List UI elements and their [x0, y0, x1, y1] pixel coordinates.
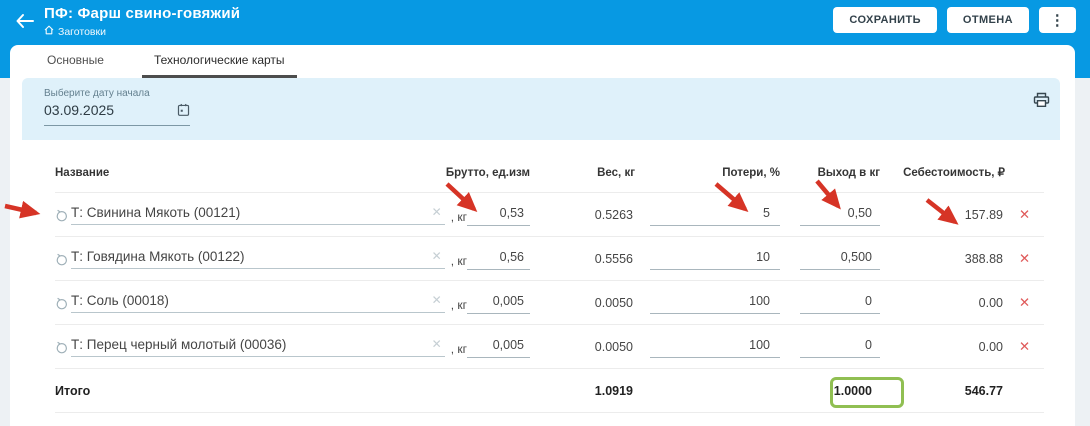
- delete-row-icon[interactable]: ✕: [1019, 339, 1030, 355]
- table-header-row: Название Брутто, ед.изм Вес, кг Потери, …: [55, 140, 1044, 193]
- ingredient-row: ✕ , кг 0.5263 157.89 ✕: [55, 193, 1044, 237]
- breadcrumb-label: Заготовки: [58, 25, 106, 38]
- tab-main[interactable]: Основные: [35, 45, 116, 78]
- delete-row-icon[interactable]: ✕: [1019, 207, 1030, 223]
- weight-value: 0.0050: [594, 339, 633, 354]
- unit-label: , кг: [450, 209, 467, 224]
- delete-row-icon[interactable]: ✕: [1019, 251, 1030, 267]
- start-date-input[interactable]: [44, 102, 159, 118]
- ingredient-name-input[interactable]: [71, 336, 429, 352]
- ingredients-card: Название Брутто, ед.изм Вес, кг Потери, …: [22, 140, 1060, 426]
- loss-input[interactable]: [650, 336, 780, 358]
- cost-value: 157.89: [964, 207, 1003, 222]
- gross-input[interactable]: [467, 204, 530, 226]
- timer-icon: [55, 296, 71, 310]
- output-input[interactable]: [800, 248, 880, 270]
- timer-icon: [55, 252, 71, 266]
- cost-value: 0.00: [978, 339, 1003, 354]
- content-sheet: Основные Технологические карты Выберите …: [10, 45, 1075, 426]
- gross-input[interactable]: [467, 292, 530, 314]
- loss-input[interactable]: [650, 248, 780, 270]
- cost-value: 0.00: [978, 295, 1003, 310]
- output-input[interactable]: [800, 204, 880, 226]
- col-header-weight: Вес, кг: [597, 167, 635, 179]
- ingredient-name-input[interactable]: [71, 204, 429, 220]
- clear-icon[interactable]: ✕: [429, 337, 445, 351]
- clear-icon[interactable]: ✕: [429, 205, 445, 219]
- clear-icon[interactable]: ✕: [429, 249, 445, 263]
- unit-label: , кг: [450, 297, 467, 312]
- panel-toolbar: Выберите дату начала: [22, 78, 1060, 140]
- more-menu-button[interactable]: ⋮: [1039, 7, 1076, 33]
- delete-row-icon[interactable]: ✕: [1019, 295, 1030, 311]
- weight-value: 0.5263: [594, 207, 633, 222]
- save-button[interactable]: СОХРАНИТЬ: [833, 7, 937, 33]
- col-header-cost: Себестоимость, ₽: [903, 167, 1005, 179]
- col-header-loss: Потери, %: [722, 167, 780, 179]
- total-label: Итого: [55, 383, 91, 398]
- total-weight: 1.0919: [594, 383, 633, 398]
- weight-value: 0.0050: [594, 295, 633, 310]
- ingredient-name-input[interactable]: [71, 292, 429, 308]
- col-header-gross: Брутто, ед.изм: [445, 167, 530, 179]
- total-output: 1.0000: [833, 383, 872, 398]
- ingredient-row: ✕ , кг 0.0050 0.00 ✕: [55, 325, 1044, 369]
- breadcrumb: Заготовки: [44, 25, 240, 38]
- unit-label: , кг: [450, 341, 467, 356]
- page-title: ПФ: Фарш свино-говяжий: [44, 5, 241, 22]
- gross-input[interactable]: [467, 336, 530, 358]
- tab-tech-cards[interactable]: Технологические карты: [141, 45, 297, 78]
- ingredient-row: ✕ , кг 0.5556 388.88 ✕: [55, 237, 1044, 281]
- timer-icon: [55, 208, 71, 222]
- col-header-name: Название: [55, 167, 110, 179]
- calendar-icon[interactable]: [177, 103, 190, 120]
- output-input[interactable]: [800, 336, 880, 358]
- back-arrow-icon: [15, 13, 35, 32]
- ingredient-row: ✕ , кг 0.0050 0.00 ✕: [55, 281, 1044, 325]
- home-icon: [44, 25, 54, 38]
- start-date-label: Выберите дату начала: [44, 88, 150, 99]
- print-icon[interactable]: [1033, 92, 1050, 111]
- cost-value: 388.88: [964, 251, 1003, 266]
- total-row: Итого 1.0919 1.0000 546.77: [55, 369, 1044, 413]
- start-date-field: Выберите дату начала: [44, 88, 190, 126]
- unit-label: , кг: [450, 253, 467, 268]
- tech-card-panel: Выберите дату начала Название Брутто, ед…: [22, 78, 1060, 426]
- timer-icon: [55, 340, 71, 354]
- col-header-output: Выход в кг: [817, 167, 880, 179]
- weight-value: 0.5556: [594, 251, 633, 266]
- tab-bar: Основные Технологические карты: [10, 45, 1075, 78]
- ingredients-table: Название Брутто, ед.изм Вес, кг Потери, …: [22, 140, 1060, 413]
- total-cost: 546.77: [964, 383, 1003, 398]
- gross-input[interactable]: [467, 248, 530, 270]
- kebab-icon: ⋮: [1049, 11, 1066, 29]
- ingredient-name-input[interactable]: [71, 248, 429, 264]
- cancel-button[interactable]: ОТМЕНА: [946, 7, 1029, 33]
- output-input[interactable]: [800, 292, 880, 314]
- loss-input[interactable]: [650, 204, 780, 226]
- loss-input[interactable]: [650, 292, 780, 314]
- clear-icon[interactable]: ✕: [429, 293, 445, 307]
- back-button[interactable]: [12, 9, 38, 35]
